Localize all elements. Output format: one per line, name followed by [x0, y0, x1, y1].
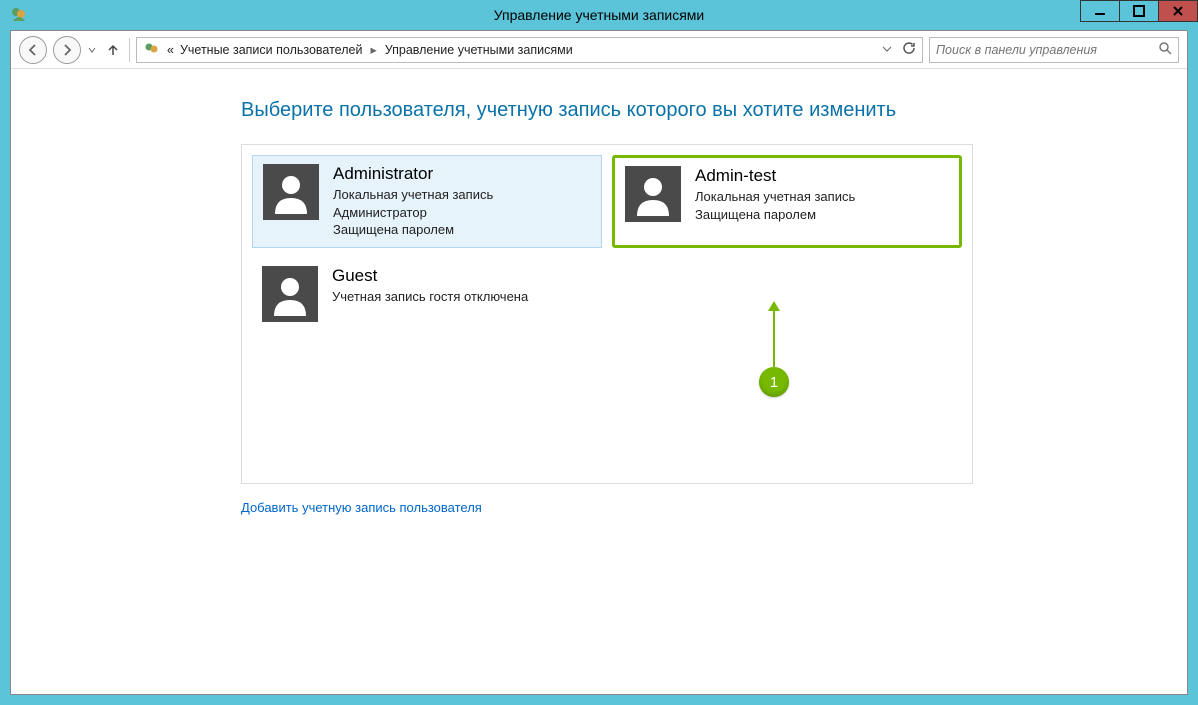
nav-separator [129, 38, 130, 62]
callout-arrow-icon [768, 301, 780, 311]
breadcrumb-item[interactable]: Учетные записи пользователей [180, 43, 363, 57]
account-meta: Защищена паролем [695, 206, 855, 224]
titlebar[interactable]: Управление учетными записями [0, 0, 1198, 30]
breadcrumb-prefix: « [167, 43, 174, 57]
content-area: Выберите пользователя, учетную запись ко… [11, 69, 1187, 535]
accounts-panel: Administrator Локальная учетная запись А… [241, 144, 973, 484]
account-name: Admin-test [695, 166, 855, 188]
window-title: Управление учетными записями [0, 7, 1198, 23]
account-meta: Локальная учетная запись [695, 188, 855, 206]
recent-locations-dropdown[interactable] [87, 46, 97, 54]
avatar-icon [263, 164, 319, 220]
account-meta: Локальная учетная запись [333, 186, 493, 204]
search-input[interactable] [936, 43, 1158, 57]
navigation-bar: « Учетные записи пользователей ▸ Управле… [11, 31, 1187, 69]
avatar-icon [262, 266, 318, 322]
account-card-administrator[interactable]: Administrator Локальная учетная запись А… [252, 155, 602, 248]
page-heading: Выберите пользователя, учетную запись ко… [241, 99, 1167, 122]
account-meta: Защищена паролем [333, 221, 493, 239]
app-icon [10, 6, 28, 24]
minimize-button[interactable] [1080, 0, 1120, 22]
breadcrumb-item[interactable]: Управление учетными записями [385, 43, 573, 57]
back-button[interactable] [19, 36, 47, 64]
account-card-admin-test[interactable]: Admin-test Локальная учетная запись Защи… [612, 155, 962, 248]
account-info: Administrator Локальная учетная запись А… [333, 164, 493, 239]
add-user-link[interactable]: Добавить учетную запись пользователя [241, 500, 482, 515]
window: Управление учетными записями [0, 0, 1198, 705]
account-meta: Администратор [333, 204, 493, 222]
up-button[interactable] [103, 40, 123, 60]
search-icon[interactable] [1158, 41, 1172, 58]
refresh-icon[interactable] [902, 41, 916, 58]
client-area: « Учетные записи пользователей ▸ Управле… [10, 30, 1188, 695]
window-controls [1081, 0, 1198, 22]
maximize-button[interactable] [1119, 0, 1159, 22]
chevron-right-icon: ▸ [368, 42, 378, 57]
account-meta: Учетная запись гостя отключена [332, 288, 528, 306]
address-bar[interactable]: « Учетные записи пользователей ▸ Управле… [136, 37, 923, 63]
annotation-callout: 1 [759, 301, 789, 397]
close-button[interactable] [1158, 0, 1198, 22]
account-card-guest[interactable]: Guest Учетная запись гостя отключена [252, 258, 602, 330]
callout-line [773, 311, 775, 367]
account-info: Guest Учетная запись гостя отключена [332, 266, 528, 306]
account-name: Administrator [333, 164, 493, 186]
address-dropdown-icon[interactable] [882, 43, 892, 57]
account-name: Guest [332, 266, 528, 288]
callout-badge: 1 [759, 367, 789, 397]
search-box[interactable] [929, 37, 1179, 63]
account-info: Admin-test Локальная учетная запись Защи… [695, 166, 855, 223]
users-icon [143, 41, 161, 59]
avatar-icon [625, 166, 681, 222]
forward-button[interactable] [53, 36, 81, 64]
